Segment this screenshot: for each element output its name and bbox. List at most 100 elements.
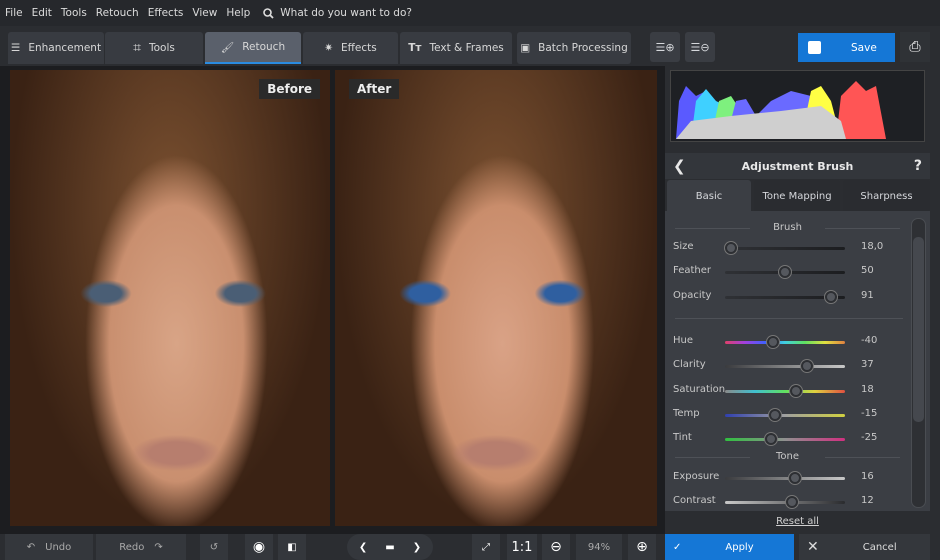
floppy-icon bbox=[808, 41, 821, 54]
after-image: After bbox=[335, 70, 657, 526]
slider-thumb[interactable] bbox=[800, 360, 813, 372]
slider-row-feather: Feather 50 bbox=[673, 265, 893, 279]
slider-value: -25 bbox=[861, 432, 878, 443]
next-icon[interactable]: ❯ bbox=[413, 542, 421, 553]
menu-file[interactable]: File bbox=[5, 7, 23, 19]
add-preset-button[interactable]: ☰⊕ bbox=[650, 32, 680, 62]
clarity-slider[interactable] bbox=[725, 360, 845, 372]
search-box[interactable]: What do you want to do? bbox=[263, 7, 412, 19]
close-icon: ✕ bbox=[807, 539, 819, 555]
folder-icon[interactable]: ▬ bbox=[385, 542, 394, 553]
menu-help[interactable]: Help bbox=[226, 7, 250, 19]
panel-scrollbar[interactable] bbox=[911, 218, 926, 508]
slider-value: -40 bbox=[861, 335, 878, 346]
sliders-icon: ☰ bbox=[10, 42, 21, 54]
slider-row-size: Size 18,0 bbox=[673, 241, 893, 255]
slider-row-opacity: Opacity 91 bbox=[673, 290, 893, 304]
exposure-slider[interactable] bbox=[725, 472, 845, 484]
temp-slider[interactable] bbox=[725, 409, 845, 421]
zoom-level[interactable]: 94% bbox=[576, 534, 622, 560]
apply-button[interactable]: ✓ Apply bbox=[665, 534, 794, 560]
slider-value: 12 bbox=[861, 495, 874, 506]
save-button[interactable]: Save bbox=[798, 33, 895, 62]
previous-icon[interactable]: ❮ bbox=[359, 542, 367, 553]
undo-button[interactable]: ↶ Undo bbox=[5, 534, 93, 560]
slider-thumb[interactable] bbox=[824, 291, 837, 303]
slider-thumb[interactable] bbox=[769, 409, 782, 421]
fit-button[interactable]: ⤢ bbox=[472, 534, 500, 560]
slider-value: 50 bbox=[861, 265, 874, 276]
menu-view[interactable]: View bbox=[192, 7, 217, 19]
tab-tools[interactable]: ⌗ Tools bbox=[105, 32, 203, 64]
histogram bbox=[670, 70, 925, 142]
preview-toggle-button[interactable]: ◉ bbox=[245, 534, 273, 560]
print-button[interactable]: ⎙ bbox=[900, 32, 930, 62]
after-label: After bbox=[349, 79, 400, 99]
slider-thumb[interactable] bbox=[779, 266, 791, 278]
menu-effects[interactable]: Effects bbox=[148, 7, 184, 19]
help-button[interactable]: ? bbox=[914, 158, 922, 174]
download-preset-button[interactable]: ☰⊖ bbox=[685, 32, 715, 62]
tab-text-frames[interactable]: Tт Text & Frames bbox=[400, 32, 512, 64]
slider-thumb[interactable] bbox=[767, 336, 779, 348]
search-placeholder: What do you want to do? bbox=[280, 7, 412, 19]
navigation-group: ❮ ▬ ❯ bbox=[347, 534, 433, 560]
compare-button[interactable]: ◧ bbox=[278, 534, 306, 560]
saturation-slider[interactable] bbox=[725, 385, 845, 397]
redo-button[interactable]: Redo ↷ bbox=[96, 534, 186, 560]
back-button[interactable]: ❮ bbox=[673, 157, 686, 175]
zoom-in-button[interactable]: ⊕ bbox=[628, 534, 656, 560]
actual-size-button[interactable]: 1:1 bbox=[507, 534, 537, 560]
plus-icon: ⊕ bbox=[636, 539, 648, 555]
menu-tools[interactable]: Tools bbox=[61, 7, 87, 19]
slider-thumb[interactable] bbox=[725, 242, 737, 254]
size-slider[interactable] bbox=[725, 242, 845, 254]
slider-value: 18 bbox=[861, 384, 874, 395]
compare-icon: ◧ bbox=[287, 541, 297, 553]
menu-retouch[interactable]: Retouch bbox=[96, 7, 139, 19]
feather-slider[interactable] bbox=[725, 266, 845, 278]
slider-row-clarity: Clarity 37 bbox=[673, 359, 893, 373]
zoom-out-button[interactable]: ⊖ bbox=[542, 534, 570, 560]
cancel-button[interactable]: ✕ Cancel bbox=[799, 534, 930, 560]
tab-sharpness[interactable]: Sharpness bbox=[843, 180, 930, 212]
contrast-slider[interactable] bbox=[725, 496, 845, 508]
slider-thumb[interactable] bbox=[789, 385, 802, 397]
fit-screen-icon: ⤢ bbox=[482, 541, 490, 553]
tab-tone-mapping[interactable]: Tone Mapping bbox=[754, 180, 840, 212]
slider-thumb[interactable] bbox=[788, 472, 801, 484]
slider-value: -15 bbox=[861, 408, 878, 419]
panel-header: ❮ Adjustment Brush ? bbox=[665, 153, 930, 179]
search-icon bbox=[263, 7, 274, 19]
panel-title: Adjustment Brush bbox=[741, 159, 854, 173]
before-image: Before bbox=[10, 70, 330, 526]
batch-processing-button[interactable]: ▣ Batch Processing bbox=[517, 32, 631, 64]
rotate-button[interactable]: ↺ bbox=[200, 534, 228, 560]
images-icon: ▣ bbox=[520, 42, 531, 54]
tone-section-label: Tone bbox=[675, 451, 900, 462]
slider-row-hue: Hue -40 bbox=[673, 335, 893, 349]
slider-value: 16 bbox=[861, 471, 874, 482]
slider-row-saturation: Saturation 18 bbox=[673, 384, 893, 398]
printer-icon: ⎙ bbox=[909, 39, 921, 55]
opacity-slider[interactable] bbox=[725, 291, 845, 303]
tint-slider[interactable] bbox=[725, 433, 845, 445]
check-icon: ✓ bbox=[673, 541, 682, 553]
slider-thumb[interactable] bbox=[786, 496, 799, 508]
slider-label: Tint bbox=[673, 432, 692, 443]
slider-label: Saturation bbox=[673, 384, 726, 395]
slider-label: Contrast bbox=[673, 495, 716, 506]
slider-label: Hue bbox=[673, 335, 694, 346]
tab-enhancement[interactable]: ☰ Enhancement bbox=[8, 32, 104, 64]
tab-basic[interactable]: Basic bbox=[667, 180, 751, 212]
brush-icon: 🖌 bbox=[220, 41, 235, 54]
slider-thumb[interactable] bbox=[764, 433, 777, 445]
redo-icon: ↷ bbox=[154, 541, 163, 553]
scrollbar-thumb[interactable] bbox=[913, 237, 924, 422]
tab-retouch[interactable]: 🖌 Retouch bbox=[205, 32, 301, 64]
tab-effects[interactable]: ✷ Effects bbox=[303, 32, 398, 64]
menu-edit[interactable]: Edit bbox=[32, 7, 52, 19]
hue-slider[interactable] bbox=[725, 336, 845, 348]
slider-row-contrast: Contrast 12 bbox=[673, 495, 893, 509]
reset-all-link[interactable]: Reset all bbox=[665, 516, 930, 527]
